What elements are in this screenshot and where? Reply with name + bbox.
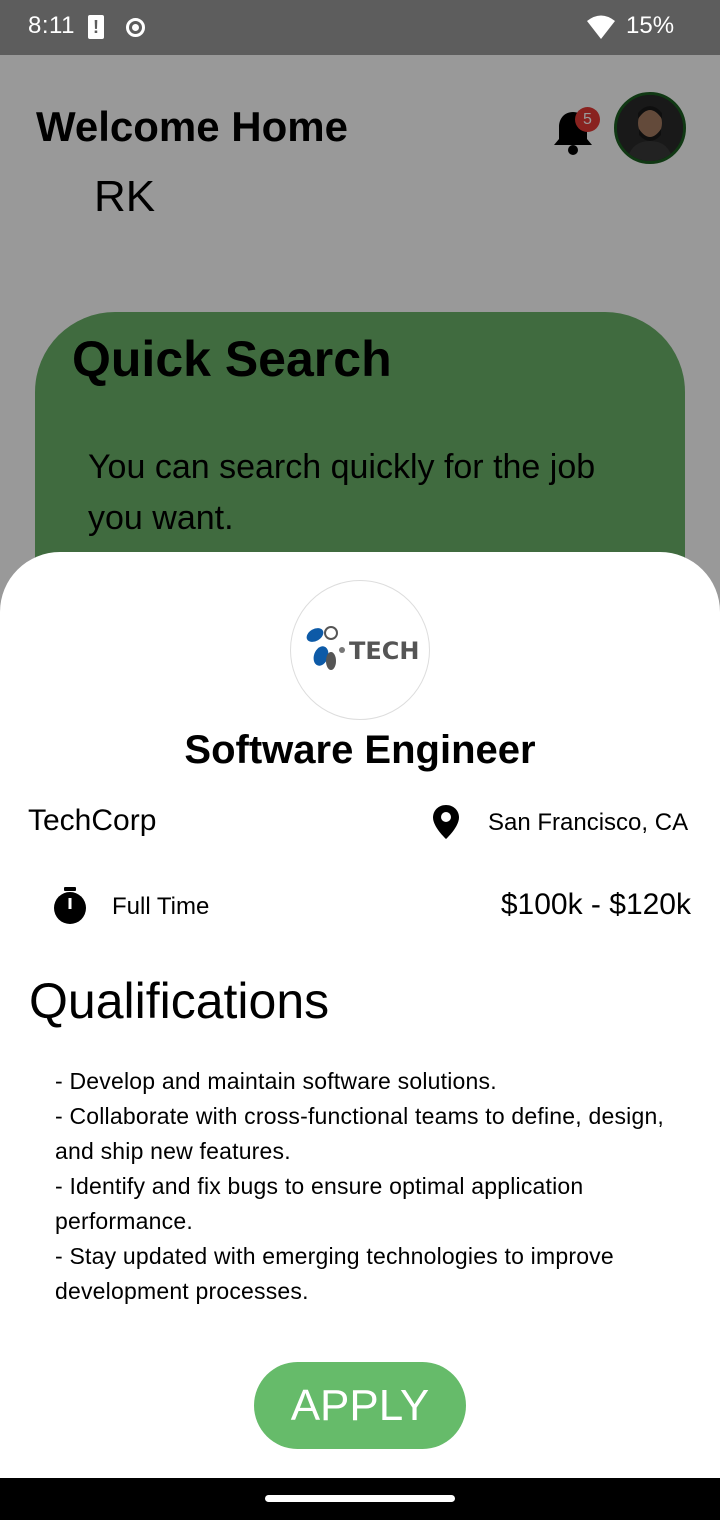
- qualification-item: - Identify and fix bugs to ensure optima…: [55, 1173, 584, 1234]
- status-time: 8:11: [28, 12, 75, 39]
- qualification-item: - Develop and maintain software solution…: [55, 1068, 497, 1094]
- company-name: TechCorp: [28, 804, 157, 837]
- qualification-item: - Collaborate with cross-functional team…: [55, 1103, 665, 1164]
- wifi-icon: [587, 15, 615, 39]
- logo-wordmark: TECH: [349, 637, 419, 665]
- navigation-bar: [0, 1478, 720, 1520]
- company-logo: TECH: [290, 580, 430, 720]
- salary-range: $100k - $120k: [500, 888, 691, 921]
- location-pin-icon: [433, 805, 459, 839]
- job-location: San Francisco, CA: [488, 809, 689, 836]
- apply-button[interactable]: APPLY: [254, 1362, 466, 1449]
- location-target-icon: [126, 18, 145, 37]
- home-gesture-handle[interactable]: [265, 1495, 455, 1502]
- job-detail-sheet: TECH Software Engineer TechCorp San Fran…: [0, 552, 720, 1478]
- job-type: Full Time: [112, 893, 210, 920]
- job-title: Software Engineer: [184, 728, 536, 772]
- tech-logo-graphic: TECH: [306, 626, 419, 670]
- qualifications-list: - Develop and maintain software solution…: [55, 1064, 695, 1309]
- qualification-item: - Stay updated with emerging technologie…: [55, 1243, 614, 1304]
- status-bar: 8:11 15%: [0, 0, 720, 55]
- battery-percent: 15%: [626, 12, 675, 39]
- battery-alert-icon: [88, 15, 104, 39]
- qualifications-heading: Qualifications: [29, 973, 330, 1029]
- timer-icon: [54, 887, 86, 924]
